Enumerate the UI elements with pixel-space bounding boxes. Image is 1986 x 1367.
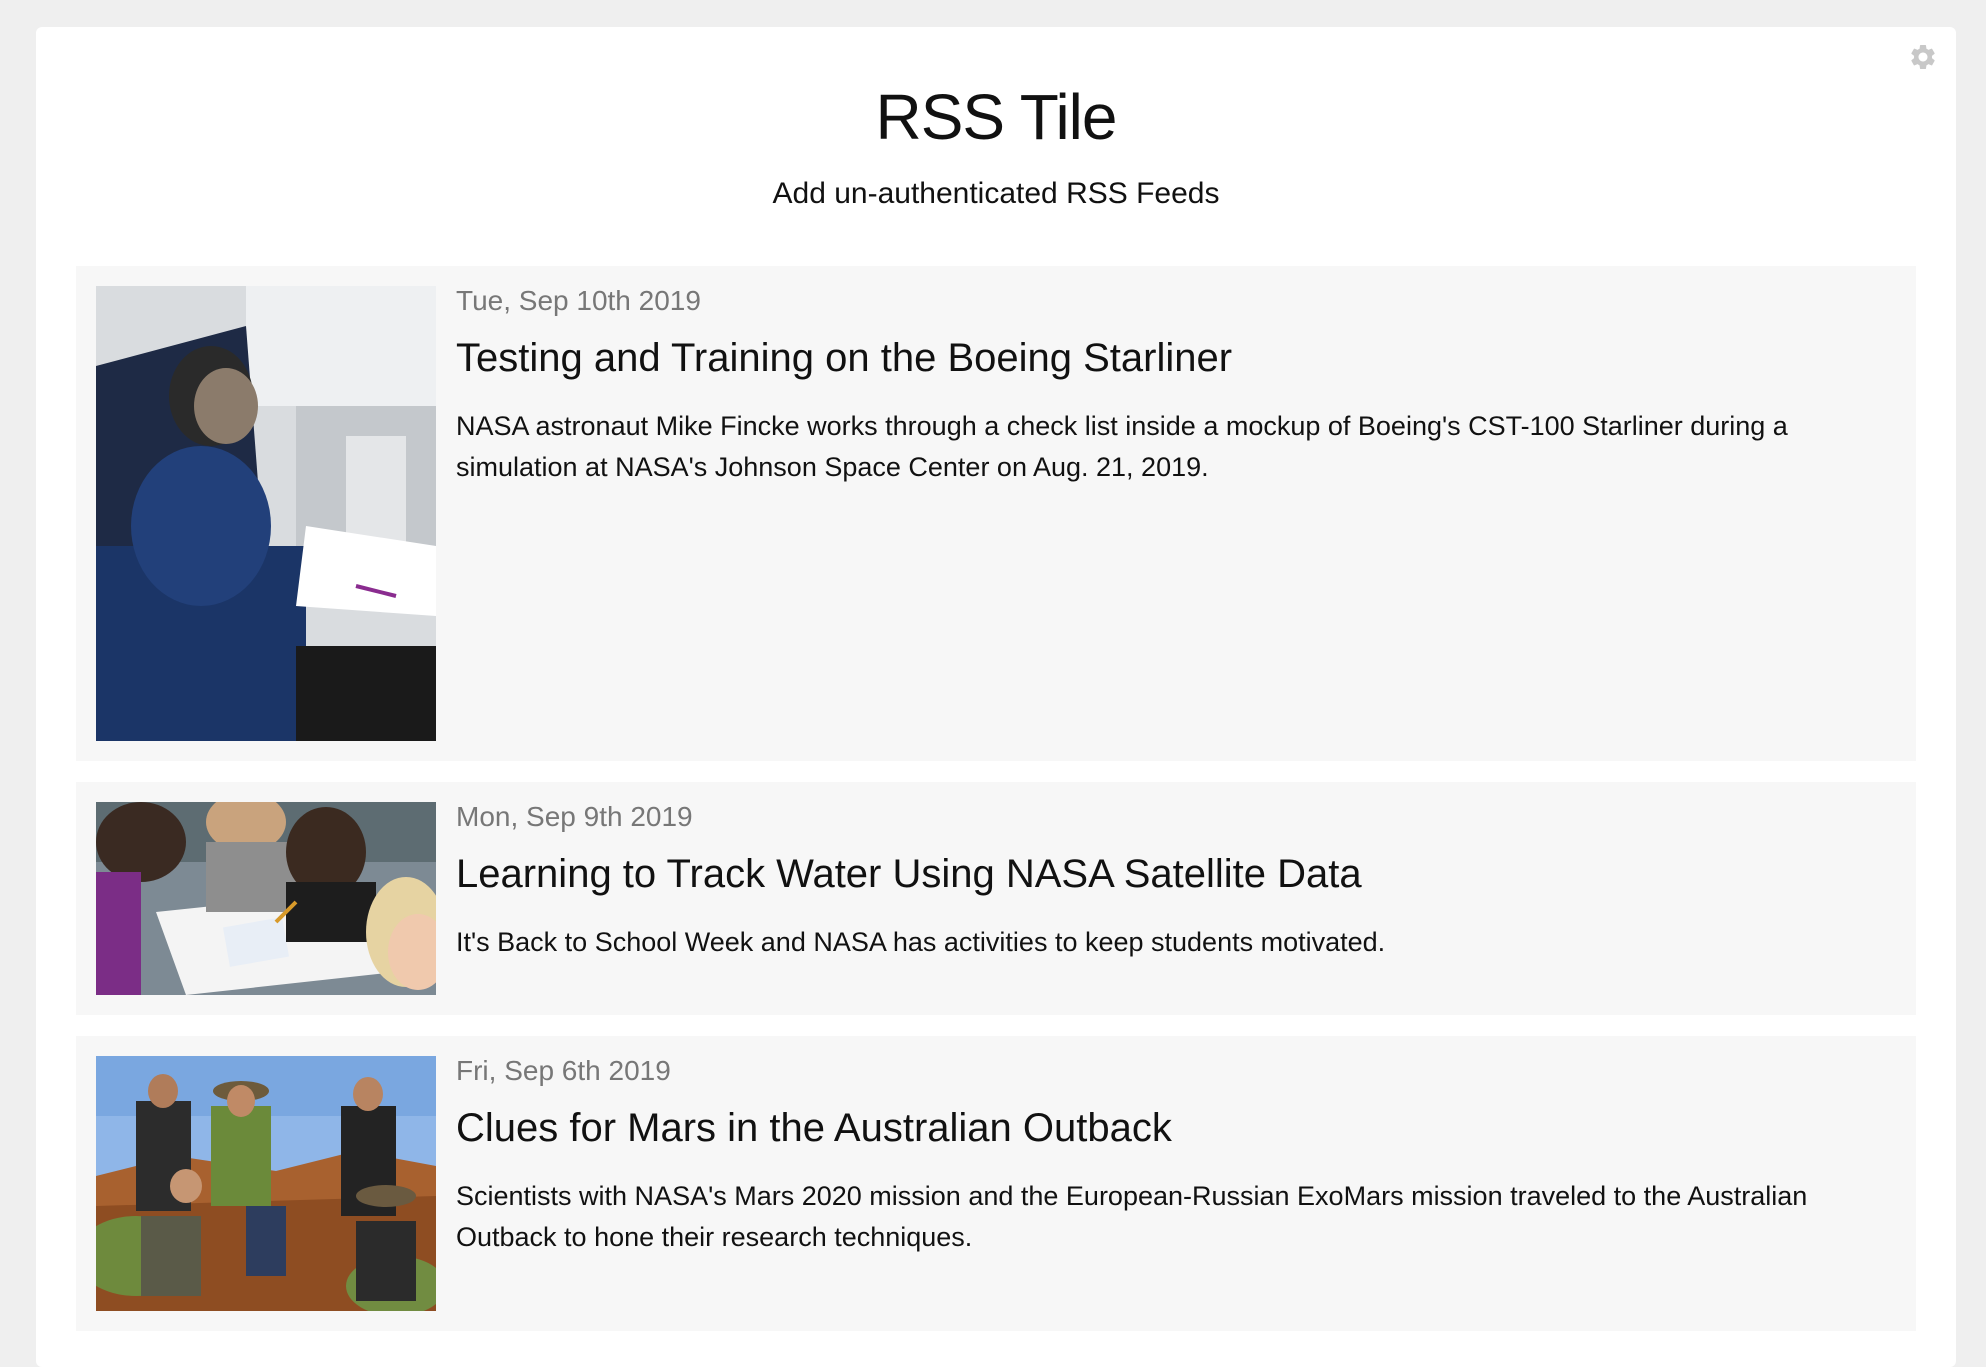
feed-item[interactable]: Mon, Sep 9th 2019 Learning to Track Wate… (76, 782, 1916, 1015)
rss-tile: RSS Tile Add un-authenticated RSS Feeds (36, 27, 1956, 1367)
feed-item-date: Tue, Sep 10th 2019 (456, 285, 701, 316)
feed-item-title[interactable]: Clues for Mars in the Australian Outback (456, 1104, 1876, 1152)
astronaut-in-capsule-image (96, 286, 436, 741)
feed-item-title[interactable]: Learning to Track Water Using NASA Satel… (456, 850, 1876, 898)
feed-item-thumbnail[interactable] (96, 286, 436, 741)
feed-item-title[interactable]: Testing and Training on the Boeing Starl… (456, 334, 1876, 382)
feed-item-thumbnail[interactable] (96, 802, 436, 995)
feed-item-summary: NASA astronaut Mike Fincke works through… (456, 410, 1788, 483)
feed-item-text: Tue, Sep 10th 2019 Testing and Training … (456, 284, 1876, 489)
feed-item[interactable]: Tue, Sep 10th 2019 Testing and Training … (76, 266, 1916, 761)
rss-feed-list: Tue, Sep 10th 2019 Testing and Training … (76, 266, 1916, 1352)
feed-item-thumbnail[interactable] (96, 1056, 436, 1311)
feed-item-text: Mon, Sep 9th 2019 Learning to Track Wate… (456, 800, 1876, 963)
feed-item[interactable]: Fri, Sep 6th 2019 Clues for Mars in the … (76, 1036, 1916, 1331)
feed-item-date: Mon, Sep 9th 2019 (456, 801, 693, 832)
students-studying-image (96, 802, 436, 995)
page-subtitle: Add un-authenticated RSS Feeds (772, 177, 1220, 210)
outback-scientists-image (96, 1056, 436, 1311)
feed-item-date: Fri, Sep 6th 2019 (456, 1055, 671, 1086)
feed-item-summary: Scientists with NASA's Mars 2020 mission… (456, 1180, 1808, 1253)
feed-item-text: Fri, Sep 6th 2019 Clues for Mars in the … (456, 1054, 1876, 1259)
page-title: RSS Tile (875, 81, 1118, 153)
gear-icon[interactable] (1908, 42, 1938, 72)
feed-item-summary: It's Back to School Week and NASA has ac… (456, 926, 1386, 957)
